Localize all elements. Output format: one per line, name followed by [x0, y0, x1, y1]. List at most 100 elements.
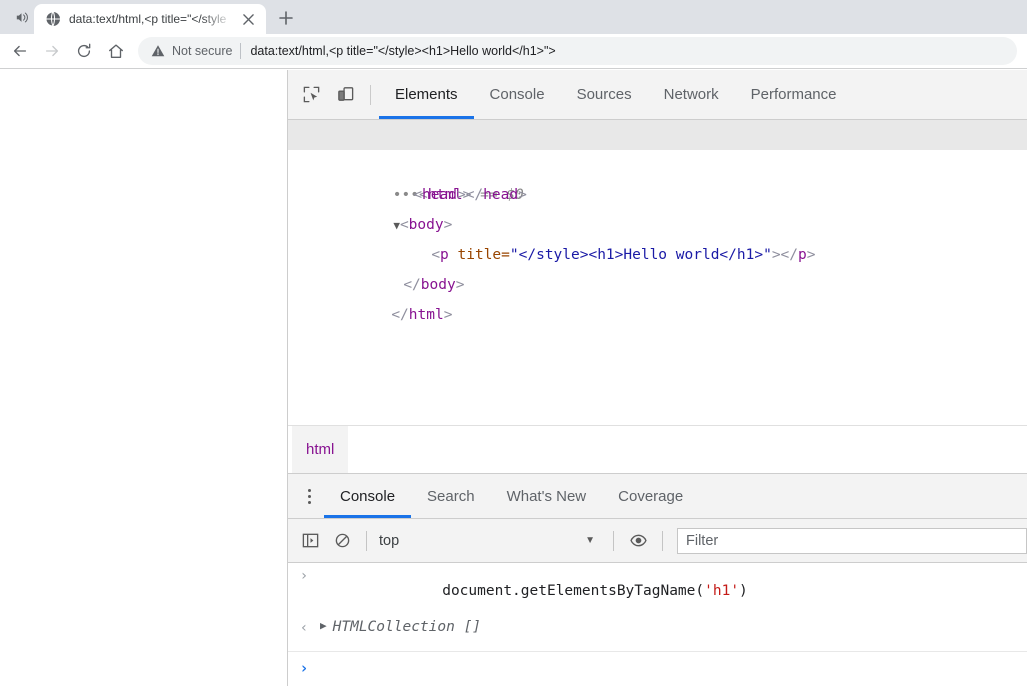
drawer-tab-console-label: Console — [340, 487, 396, 505]
dom-bracket: </ — [465, 187, 484, 203]
console-output[interactable]: › document.getElementsByTagName('h1') ‹ … — [288, 563, 1027, 686]
dom-tree[interactable]: •••<html> == $0 <head></head> ▼<body> <p… — [288, 120, 1027, 425]
dom-bracket: < — [431, 247, 441, 263]
dom-bracket: < — [399, 217, 409, 233]
browser-tab[interactable]: data:text/html,<p title="</style — [34, 4, 266, 34]
console-context-value: top — [379, 532, 400, 549]
drawer-tab-search-label: Search — [427, 487, 475, 505]
drawer-tab-whats-new-label: What's New — [506, 487, 587, 505]
toolbar-divider — [370, 84, 371, 105]
tab-console[interactable]: Console — [474, 70, 561, 119]
tab-strip: data:text/html,<p title="</style — [0, 0, 1027, 34]
drawer-tab-coverage-label: Coverage — [618, 487, 684, 505]
speaker-icon[interactable] — [8, 0, 34, 34]
dom-attr-name: title — [457, 247, 502, 263]
browser-toolbar: Not secure data:text/html,<p title="</st… — [0, 34, 1027, 69]
dom-bracket: > — [806, 247, 816, 263]
page-viewport — [0, 70, 288, 686]
content-area: Elements Console Sources Network Perform… — [0, 70, 1027, 686]
omnibox-divider — [240, 43, 242, 59]
devtools-tab-bar: Elements Console Sources Network Perform… — [288, 70, 1027, 120]
dom-bracket: > — [455, 277, 465, 293]
dom-attr-value: "</style><h1>Hello world</h1>" — [509, 247, 772, 263]
dom-bracket: </ — [391, 307, 409, 323]
console-expression-prefix: document.getElementsByTagName( — [442, 583, 705, 599]
dom-attr-eq: = — [501, 247, 510, 263]
drawer-tab-console[interactable]: Console — [324, 474, 412, 518]
dom-tagname: p — [798, 247, 807, 263]
dom-bracket: > — [443, 217, 453, 233]
console-context-selector[interactable]: top ▼ — [375, 533, 605, 549]
address-bar-url: data:text/html,<p title="</style><h1>Hel… — [250, 44, 556, 58]
tab-network-label: Network — [663, 86, 719, 103]
tab-performance-label: Performance — [750, 86, 837, 103]
browser-window: data:text/html,<p title="</style Not sec… — [0, 0, 1027, 686]
console-expression-string: 'h1' — [704, 583, 740, 599]
dom-bracket: < — [413, 187, 423, 203]
tab-performance[interactable]: Performance — [735, 70, 853, 119]
reload-icon[interactable] — [68, 35, 100, 67]
live-expression-eye-icon[interactable] — [622, 525, 654, 557]
dom-tagname: html — [408, 307, 444, 323]
tab-elements[interactable]: Elements — [379, 70, 474, 119]
drawer-tab-bar: Console Search What's New Coverage — [288, 474, 1027, 519]
dom-node-html[interactable]: •••<html> == $0 — [288, 120, 1027, 203]
new-tab-button[interactable] — [272, 4, 300, 32]
console-prompt-arrow-icon: › — [299, 568, 309, 584]
console-filter-placeholder: Filter — [686, 532, 719, 549]
console-result-arrow-icon: ‹ — [299, 620, 309, 636]
tab-console-label: Console — [489, 86, 545, 103]
devtools-drawer: Console Search What's New Coverage top ▼… — [288, 473, 1027, 686]
chevron-down-icon[interactable]: ▼ — [585, 535, 605, 546]
dom-bracket: > — [456, 187, 466, 203]
console-result-line[interactable]: ‹ ▶ HTMLCollection [] — [288, 615, 1027, 649]
back-arrow-icon[interactable] — [4, 35, 36, 67]
forward-arrow-icon[interactable] — [36, 35, 68, 67]
chevron-down-icon[interactable]: ▼ — [393, 219, 400, 232]
drawer-tab-search[interactable]: Search — [411, 474, 491, 518]
clear-console-icon[interactable] — [326, 525, 358, 557]
console-input-line[interactable]: › document.getElementsByTagName('h1') — [288, 563, 1027, 615]
device-toolbar-icon[interactable] — [328, 78, 362, 112]
dom-node-head[interactable]: <head></head> — [288, 150, 1027, 203]
console-expression-suffix: ) — [739, 583, 748, 599]
dom-bracket: > — [443, 307, 453, 323]
dom-tagname: head — [483, 187, 519, 203]
drawer-tab-coverage[interactable]: Coverage — [602, 474, 699, 518]
dom-bracket: > — [771, 247, 781, 263]
tab-sources-label: Sources — [576, 86, 632, 103]
tab-title: data:text/html,<p title="</style — [69, 12, 227, 26]
console-prompt[interactable]: › — [288, 652, 1027, 686]
security-status-label: Not secure — [172, 44, 233, 58]
expand-triangle-icon[interactable]: ▶ — [320, 619, 333, 632]
globe-icon — [45, 11, 61, 27]
tab-network[interactable]: Network — [648, 70, 735, 119]
address-bar[interactable]: Not secure data:text/html,<p title="</st… — [138, 37, 1017, 65]
console-expression: document.getElementsByTagName('h1') — [320, 567, 748, 615]
dom-tagname: p — [440, 247, 449, 263]
dom-bracket: > — [518, 187, 527, 203]
dom-tagname: body — [408, 217, 444, 233]
console-sidebar-icon[interactable] — [294, 525, 326, 557]
dom-bracket: </ — [780, 247, 799, 263]
console-toolbar-divider — [662, 530, 663, 551]
breadcrumb: html — [288, 425, 1027, 473]
console-prompt-arrow-icon: › — [299, 659, 309, 677]
breadcrumb-item-label: html — [306, 441, 335, 458]
dom-bracket: </ — [403, 277, 421, 293]
inspect-element-icon[interactable] — [294, 78, 328, 112]
breadcrumb-item-html[interactable]: html — [292, 426, 349, 473]
console-toolbar: top ▼ Filter — [288, 519, 1027, 563]
dom-tagname: body — [420, 277, 456, 293]
console-result-value: HTMLCollection [] — [332, 619, 482, 635]
console-filter-input[interactable]: Filter — [677, 527, 1027, 554]
console-toolbar-divider — [366, 530, 367, 551]
warning-triangle-icon[interactable] — [150, 43, 166, 59]
console-toolbar-divider — [613, 530, 614, 551]
tab-elements-label: Elements — [395, 86, 458, 103]
kebab-menu-icon[interactable] — [294, 481, 324, 511]
drawer-tab-whats-new[interactable]: What's New — [491, 474, 603, 518]
tab-sources[interactable]: Sources — [561, 70, 648, 119]
close-icon[interactable] — [238, 9, 258, 29]
home-icon[interactable] — [100, 35, 132, 67]
